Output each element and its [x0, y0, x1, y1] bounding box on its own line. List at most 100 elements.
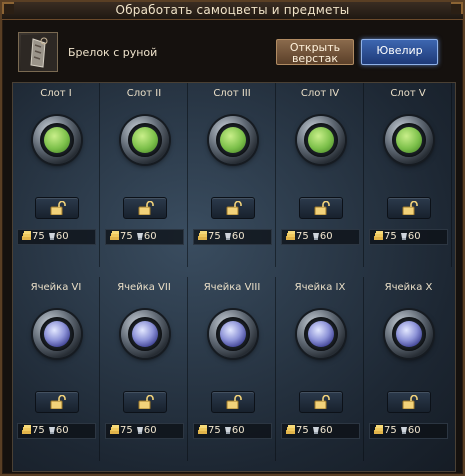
gold-coins-icon [22, 231, 32, 246]
gold-coins-icon [286, 425, 296, 440]
socket-well [392, 123, 426, 157]
gem-socket[interactable] [33, 116, 81, 164]
rune-charm-icon [21, 35, 57, 71]
slot-label: Слот IV [300, 88, 340, 99]
gem-socket[interactable] [121, 116, 169, 164]
socket-grid: Слот I 75 60 Слот II 75 60 Слот III 75 60 Слот… [12, 82, 456, 472]
slot-label: Ячейка VI [30, 282, 82, 293]
silver-cup-icon [136, 232, 144, 246]
gem-socket[interactable] [209, 116, 257, 164]
gold-coins-icon [374, 425, 384, 440]
unlock-button[interactable] [299, 391, 343, 413]
gold-cost: 75 [296, 231, 309, 242]
socket-well [40, 317, 74, 351]
open-padlock-icon [402, 395, 418, 409]
gem-socket[interactable] [385, 116, 433, 164]
socket-well [40, 123, 74, 157]
silver-cost: 60 [55, 231, 69, 242]
unlock-button[interactable] [35, 391, 79, 413]
unlock-cost: 75 60 [281, 229, 360, 245]
green-gem-icon [396, 127, 422, 153]
open-padlock-icon [226, 395, 242, 409]
gold-coins-icon [198, 231, 208, 246]
socket-cell: Слот I 75 60 [13, 83, 100, 267]
silver-cost: 60 [319, 231, 333, 242]
title-bar: Обработать самоцветы и предметы [2, 2, 463, 20]
gold-cost: 75 [120, 231, 133, 242]
silver-cup-icon [136, 426, 144, 440]
unlock-button[interactable] [123, 197, 167, 219]
green-gem-icon [308, 127, 334, 153]
unlock-button[interactable] [35, 197, 79, 219]
silver-cost: 60 [231, 425, 245, 436]
open-padlock-icon [314, 395, 330, 409]
slot-label: Слот III [213, 88, 251, 99]
unlock-button[interactable] [299, 197, 343, 219]
gold-cost: 75 [120, 425, 133, 436]
socket-cell: Ячейка IX 75 60 [277, 277, 364, 461]
gem-socket[interactable] [297, 116, 345, 164]
gold-coins-icon [22, 425, 32, 440]
gold-coins-icon [374, 231, 384, 246]
socket-cell: Ячейка VI 75 60 [13, 277, 100, 461]
silver-cost: 60 [55, 425, 69, 436]
gem-socket[interactable] [297, 310, 345, 358]
unlock-button[interactable] [211, 197, 255, 219]
gold-cost: 75 [384, 425, 397, 436]
item-slot[interactable] [18, 32, 58, 72]
open-padlock-icon [314, 201, 330, 215]
unlock-button[interactable] [387, 197, 431, 219]
socket-well [216, 317, 250, 351]
silver-cup-icon [48, 232, 56, 246]
silver-cost: 60 [143, 231, 157, 242]
socket-well [128, 123, 162, 157]
blue-gem-icon [220, 321, 246, 347]
silver-cup-icon [224, 426, 232, 440]
unlock-cost: 75 60 [105, 423, 184, 439]
window-title: Обработать самоцветы и предметы [115, 3, 350, 17]
gold-cost: 75 [384, 231, 397, 242]
item-name: Брелок с руной [68, 46, 158, 59]
gold-cost: 75 [208, 425, 221, 436]
silver-cost: 60 [319, 425, 333, 436]
jeweler-button[interactable]: Ювелир [361, 39, 438, 65]
open-padlock-icon [226, 201, 242, 215]
open-padlock-icon [50, 395, 66, 409]
slot-label: Ячейка VIII [203, 282, 261, 293]
socket-cell: Слот II 75 60 [101, 83, 188, 267]
socket-cell: Слот III 75 60 [189, 83, 276, 267]
slot-label: Ячейка VII [117, 282, 171, 293]
slot-label: Слот V [390, 88, 426, 99]
gem-socket[interactable] [121, 310, 169, 358]
gold-cost: 75 [296, 425, 309, 436]
blue-gem-icon [132, 321, 158, 347]
silver-cup-icon [224, 232, 232, 246]
open-workbench-button[interactable]: Открыть верстак [276, 39, 354, 65]
slot-label: Слот I [40, 88, 72, 99]
gem-socket[interactable] [385, 310, 433, 358]
green-gem-icon [132, 127, 158, 153]
socket-cell: Ячейка X 75 60 [365, 277, 452, 461]
gem-socket[interactable] [33, 310, 81, 358]
socket-cell: Ячейка VIII 75 60 [189, 277, 276, 461]
socket-cell: Слот IV 75 60 [277, 83, 364, 267]
unlock-button[interactable] [123, 391, 167, 413]
open-padlock-icon [138, 395, 154, 409]
open-padlock-icon [138, 201, 154, 215]
unlock-cost: 75 60 [193, 423, 272, 439]
gold-coins-icon [198, 425, 208, 440]
socket-well [128, 317, 162, 351]
socket-well [392, 317, 426, 351]
socket-cell: Слот V 75 60 [365, 83, 452, 267]
gem-socket[interactable] [209, 310, 257, 358]
gold-coins-icon [286, 231, 296, 246]
unlock-button[interactable] [387, 391, 431, 413]
green-gem-icon [220, 127, 246, 153]
slot-label: Ячейка IX [294, 282, 346, 293]
item-header: Брелок с руной Открыть верстак Ювелир [10, 26, 456, 78]
unlock-cost: 75 60 [281, 423, 360, 439]
unlock-button[interactable] [211, 391, 255, 413]
slot-label: Слот II [126, 88, 162, 99]
unlock-cost: 75 60 [193, 229, 272, 245]
socket-well [304, 317, 338, 351]
